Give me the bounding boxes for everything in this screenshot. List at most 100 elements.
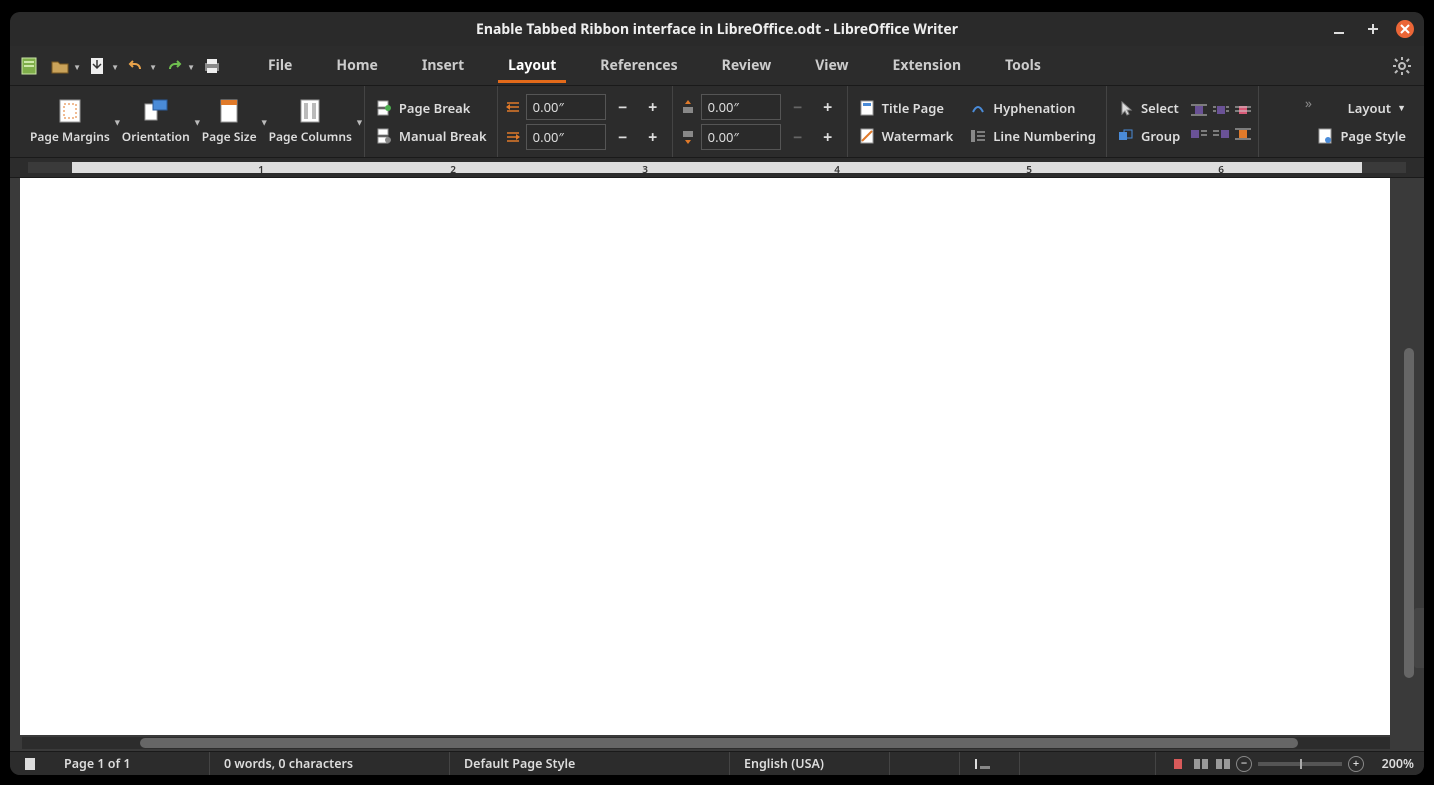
indent-left-input[interactable] <box>526 94 606 120</box>
select-label: Select <box>1141 99 1179 117</box>
space-below-input[interactable] <box>701 124 781 150</box>
wrap-before-icon[interactable] <box>1212 125 1230 143</box>
open-dropdown-icon[interactable]: ▼ <box>73 62 81 73</box>
group-button[interactable]: Group <box>1113 125 1184 147</box>
title-page-button[interactable]: Title Page <box>854 97 958 119</box>
zoom-in-button[interactable]: + <box>1348 756 1364 772</box>
hyphenation-button[interactable]: Hyphenation <box>965 97 1100 119</box>
page-size-icon <box>215 98 243 124</box>
wrap-through-icon[interactable] <box>1234 101 1252 119</box>
print-button[interactable] <box>198 52 226 80</box>
indent-left-decrease[interactable]: − <box>610 94 636 120</box>
tab-review[interactable]: Review <box>700 46 794 85</box>
view-multi-icon[interactable] <box>1192 755 1210 773</box>
space-above-increase[interactable]: + <box>815 94 841 120</box>
manual-break-button[interactable]: Manual Break <box>371 125 491 147</box>
status-page[interactable]: Page 1 of 1 <box>50 752 210 775</box>
horizontal-ruler[interactable]: 1 2 3 4 5 6 <box>10 158 1424 178</box>
watermark-button[interactable]: Watermark <box>854 125 958 147</box>
redo-dropdown-icon[interactable]: ▼ <box>187 62 195 73</box>
manual-break-icon <box>375 127 393 145</box>
page-style-label: Page Style <box>1340 127 1406 145</box>
save-button[interactable]: ▼ <box>84 52 112 80</box>
ribbon-group-breaks: Page Break Manual Break <box>365 86 498 157</box>
indent-right-increase[interactable]: + <box>640 124 666 150</box>
ribbon-group-style: Layout ▼ Page Style <box>1306 86 1416 157</box>
vertical-scrollbar-thumb[interactable] <box>1404 348 1414 678</box>
wrap-optimal-icon[interactable] <box>1190 125 1208 143</box>
tab-layout[interactable]: Layout <box>486 46 578 85</box>
layout-menu-label: Layout <box>1348 99 1391 117</box>
wrap-after-icon[interactable] <box>1234 125 1252 143</box>
tab-references[interactable]: References <box>578 46 699 85</box>
title-page-label: Title Page <box>882 99 944 117</box>
page-style-icon <box>1316 127 1334 145</box>
status-language[interactable]: English (USA) <box>730 752 890 775</box>
tab-file[interactable]: File <box>246 46 314 85</box>
space-above-decrease[interactable]: − <box>785 94 811 120</box>
undo-icon <box>127 57 145 75</box>
settings-button[interactable] <box>1386 50 1418 82</box>
page-style-button[interactable]: Page Style <box>1312 125 1410 147</box>
sidebar-toggle-handle[interactable] <box>1414 608 1424 668</box>
layout-menu-button[interactable]: Layout ▼ <box>1344 97 1410 119</box>
indent-left-increase[interactable]: + <box>640 94 666 120</box>
minimize-button[interactable] <box>1328 18 1350 40</box>
ribbon-layout: Page Margins ▼ Orientation ▼ Page Size ▼… <box>10 86 1424 158</box>
ruler-numbers: 1 2 3 4 5 6 <box>74 162 1224 176</box>
new-doc-button[interactable] <box>16 52 44 80</box>
wrap-parallel-icon[interactable] <box>1212 101 1230 119</box>
status-selection[interactable] <box>960 752 1020 775</box>
redo-icon <box>165 57 183 75</box>
status-signature[interactable] <box>1020 752 1156 775</box>
zoom-out-button[interactable]: − <box>1236 756 1252 772</box>
view-single-icon[interactable] <box>1170 755 1188 773</box>
open-button[interactable]: ▼ <box>46 52 74 80</box>
hyphenation-label: Hyphenation <box>993 99 1075 117</box>
tab-extension[interactable]: Extension <box>871 46 984 85</box>
tab-home[interactable]: Home <box>314 46 399 85</box>
redo-button[interactable]: ▼ <box>160 52 188 80</box>
indent-right-decrease[interactable]: − <box>610 124 636 150</box>
selection-mode-icon <box>974 758 992 770</box>
zoom-slider[interactable] <box>1258 762 1342 766</box>
status-pagestyle[interactable]: Default Page Style <box>450 752 730 775</box>
orientation-icon <box>142 98 170 124</box>
tabbar: ▼ ▼ ▼ ▼ File Home Insert Layout Refe <box>10 46 1424 86</box>
space-below-increase[interactable]: + <box>815 124 841 150</box>
horizontal-scrollbar[interactable] <box>22 737 1390 749</box>
undo-button[interactable]: ▼ <box>122 52 150 80</box>
save-dropdown-icon[interactable]: ▼ <box>111 62 119 73</box>
select-button[interactable]: Select <box>1113 97 1184 119</box>
page-margins-button[interactable]: Page Margins ▼ <box>24 94 116 149</box>
space-above-input[interactable] <box>701 94 781 120</box>
chevron-down-icon: ▼ <box>355 115 364 128</box>
line-numbering-button[interactable]: Line Numbering <box>965 125 1100 147</box>
page-size-button[interactable]: Page Size ▼ <box>196 94 263 149</box>
folder-open-icon <box>50 56 70 76</box>
page-canvas[interactable] <box>20 178 1390 735</box>
page-columns-button[interactable]: Page Columns ▼ <box>263 94 358 149</box>
horizontal-scrollbar-thumb[interactable] <box>140 738 1298 748</box>
status-wordcount[interactable]: 0 words, 0 characters <box>210 752 450 775</box>
undo-dropdown-icon[interactable]: ▼ <box>149 62 157 73</box>
space-below-decrease[interactable]: − <box>785 124 811 150</box>
ribbon-group-arrange: Select Group <box>1107 86 1259 157</box>
page-break-button[interactable]: Page Break <box>371 97 491 119</box>
maximize-button[interactable] <box>1362 18 1384 40</box>
wrap-off-icon[interactable] <box>1190 101 1208 119</box>
close-button[interactable] <box>1396 20 1414 38</box>
save-status-icon[interactable] <box>24 755 36 773</box>
watermark-icon <box>858 127 876 145</box>
status-insertmode[interactable] <box>890 752 960 775</box>
tab-insert[interactable]: Insert <box>400 46 486 85</box>
ribbon-group-pagefeatures: Title Page Watermark Hyphenation Line Nu… <box>848 86 1107 157</box>
zoom-level[interactable]: 200% <box>1370 755 1414 772</box>
manual-break-label: Manual Break <box>399 127 487 145</box>
tab-view[interactable]: View <box>793 46 870 85</box>
ribbon-overflow-button[interactable]: » <box>1305 94 1312 113</box>
indent-right-input[interactable] <box>526 124 606 150</box>
orientation-button[interactable]: Orientation ▼ <box>116 94 196 149</box>
tab-tools[interactable]: Tools <box>983 46 1063 85</box>
view-book-icon[interactable] <box>1214 755 1232 773</box>
